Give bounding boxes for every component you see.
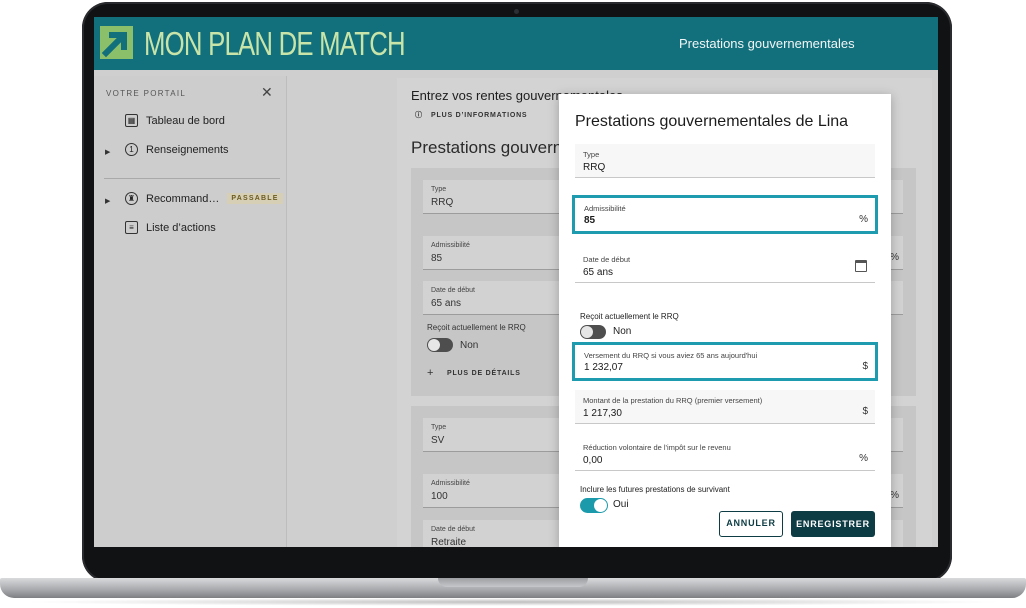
start-date-field[interactable]: Date de début 65 ans: [575, 249, 875, 283]
chevron-right-icon[interactable]: ▶: [105, 197, 110, 205]
percent-unit: %: [890, 252, 899, 263]
recommendation-icon: ♜: [125, 192, 138, 205]
app-header: MON PLAN DE MATCH Prestations gouverneme…: [94, 17, 938, 70]
benefits-modal: Prestations gouvernementales de Lina Typ…: [559, 94, 891, 547]
receives-label: Reçoit actuellement le RRQ: [427, 323, 526, 332]
status-badge: PASSABLE: [227, 193, 283, 204]
field-value: 1 217,30: [583, 408, 622, 419]
receives-toggle[interactable]: [580, 325, 606, 339]
close-icon[interactable]: ✕: [261, 84, 273, 101]
survivor-toggle[interactable]: [580, 498, 608, 513]
admissibility-input[interactable]: Admissibilité 85 %: [572, 195, 878, 234]
payment-65-input[interactable]: Versement du RRQ si vous aviez 65 ans au…: [572, 342, 878, 381]
save-button[interactable]: ENREGISTRER: [791, 511, 875, 537]
receives-value: Non: [460, 340, 479, 351]
chevron-right-icon[interactable]: ▶: [105, 148, 110, 156]
tax-reduction-input[interactable]: Réduction volontaire de l'impôt sur le r…: [575, 437, 875, 471]
percent-unit: %: [859, 453, 868, 464]
field-value: 0,00: [583, 455, 603, 466]
section-title: Prestations gouverne: [411, 138, 572, 157]
receives-label: Reçoit actuellement le RRQ: [580, 312, 679, 321]
sidebar-item-label: Renseignements: [146, 143, 229, 156]
field-value: SV: [431, 435, 445, 446]
sidebar: VOTRE PORTAIL ✕ ▦ Tableau de bord ▶ 1 Re…: [94, 76, 287, 547]
dashboard-icon: ▦: [125, 114, 138, 127]
sidebar-divider: [104, 178, 280, 179]
receives-value: Non: [613, 326, 632, 337]
sidebar-item-label: Liste d’actions: [146, 221, 216, 234]
field-label: Date de début: [431, 526, 475, 533]
sidebar-item-actions[interactable]: ≡ Liste d’actions: [125, 221, 216, 234]
modal-title: Prestations gouvernementales de Lina: [575, 113, 849, 130]
benefit-amount-field[interactable]: Montant de la prestation du RRQ (premier…: [575, 390, 875, 424]
field-value: 85: [584, 215, 596, 226]
percent-unit: %: [859, 214, 868, 225]
clipboard-icon: ≡: [125, 221, 138, 234]
field-label: Type: [431, 186, 447, 193]
sidebar-item-recommandations[interactable]: ♜ Recommand… PASSABLE: [125, 192, 283, 205]
type-field[interactable]: Type RRQ: [575, 144, 875, 178]
field-label: Réduction volontaire de l'impôt sur le r…: [583, 443, 731, 452]
sidebar-item-renseignements[interactable]: 1 Renseignements: [125, 143, 229, 156]
page-title: Prestations gouvernementales: [679, 36, 855, 51]
survivor-label: Inclure les futures prestations de survi…: [580, 485, 730, 494]
percent-unit: %: [890, 490, 899, 501]
more-info-link[interactable]: ⓘ PLUS D’INFORMATIONS: [415, 110, 527, 120]
field-label: Admissibilité: [431, 480, 470, 487]
number-one-icon: 1: [125, 143, 138, 156]
app-screen: MON PLAN DE MATCH Prestations gouverneme…: [94, 17, 938, 547]
cancel-button[interactable]: ANNULER: [719, 511, 783, 537]
field-value: Retraite: [431, 537, 467, 547]
field-label: Date de début: [583, 255, 631, 264]
laptop-notch: [438, 578, 588, 587]
field-value: 100: [431, 491, 448, 502]
laptop-shadow: [20, 598, 1006, 606]
field-value: RRQ: [583, 162, 606, 173]
arrow-logo-icon: [100, 26, 133, 59]
brand-title[interactable]: MON PLAN DE MATCH: [144, 25, 406, 63]
field-label: Type: [431, 424, 447, 431]
field-value: 85: [431, 253, 443, 264]
more-details-link[interactable]: PLUS DE DÉTAILS: [447, 370, 521, 377]
sidebar-item-label: Tableau de bord: [146, 114, 225, 127]
field-label: Type: [583, 150, 600, 159]
laptop-frame: MON PLAN DE MATCH Prestations gouverneme…: [0, 0, 1026, 608]
plus-icon[interactable]: +: [427, 367, 433, 379]
camera-dot: [514, 9, 519, 14]
field-label: Versement du RRQ si vous aviez 65 ans au…: [584, 351, 758, 360]
field-value: 65 ans: [583, 267, 614, 278]
field-value: 65 ans: [431, 298, 462, 309]
sidebar-title: VOTRE PORTAIL: [106, 89, 187, 98]
sidebar-item-label: Recommand…: [146, 192, 220, 205]
field-label: Admissibilité: [431, 242, 470, 249]
dollar-unit: $: [862, 406, 868, 417]
more-info-label: PLUS D’INFORMATIONS: [431, 112, 528, 119]
sidebar-item-dashboard[interactable]: ▦ Tableau de bord: [125, 114, 225, 127]
field-value: RRQ: [431, 197, 454, 208]
field-value: 1 232,07: [584, 362, 623, 373]
dollar-unit: $: [862, 361, 868, 372]
receives-toggle[interactable]: [427, 338, 453, 352]
field-label: Admissibilité: [584, 204, 626, 213]
survivor-value: Oui: [613, 499, 629, 510]
field-label: Date de début: [431, 287, 475, 294]
calendar-icon[interactable]: [855, 260, 867, 272]
field-label: Montant de la prestation du RRQ (premier…: [583, 396, 763, 405]
